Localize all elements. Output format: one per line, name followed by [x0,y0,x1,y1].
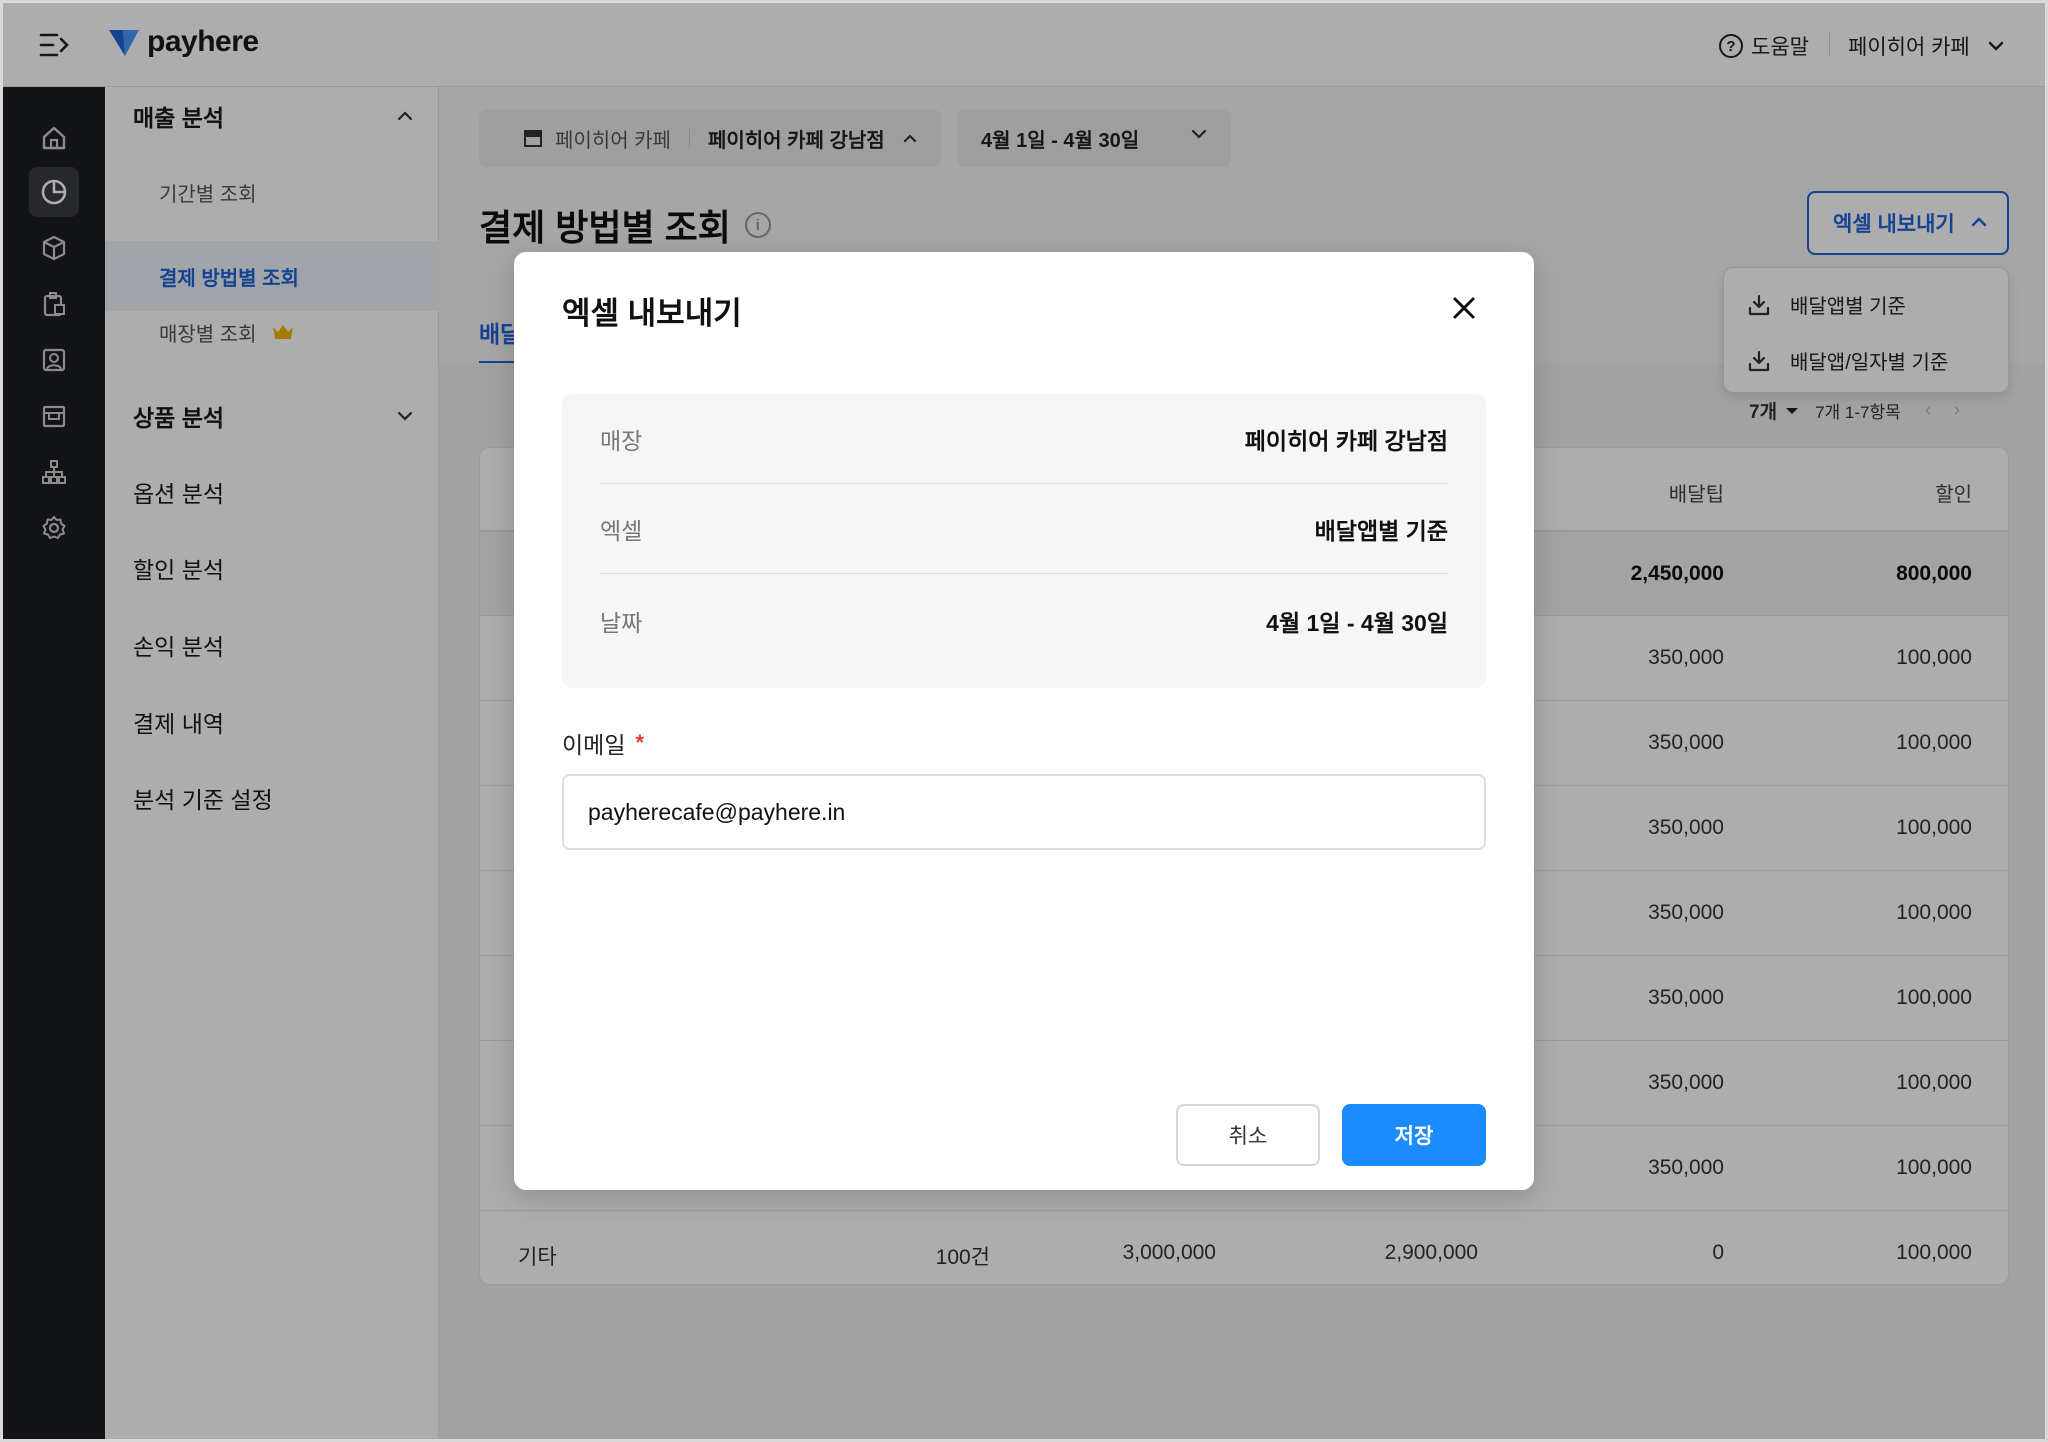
field-value: 페이히어 카페 강남점 [1244,427,1448,454]
dialog-title: 엑셀 내보내기 [562,296,742,331]
close-icon[interactable] [1446,290,1482,326]
summary-excel: 엑셀 배달앱별 기준 [600,484,1448,574]
app-window: payhere ? 도움말 페이히어 카페 매출 분석 기간별 조회 결제 방법… [3,3,2045,1439]
field-value: 4월 1일 - 4월 30일 [1266,610,1448,636]
save-button[interactable]: 저장 [1342,1104,1486,1166]
field-label: 엑셀 [600,517,643,544]
field-label: 매장 [600,427,643,454]
summary-date: 날짜 4월 1일 - 4월 30일 [600,576,1448,666]
field-value: 배달앱별 기준 [1314,517,1448,544]
email-label-text: 이메일 [562,732,626,758]
field-label: 날짜 [600,610,643,636]
required-mark: * [635,730,645,755]
email-field[interactable] [562,774,1486,850]
cancel-button[interactable]: 취소 [1176,1104,1320,1166]
export-summary: 매장 페이히어 카페 강남점 엑셀 배달앱별 기준 날짜 4월 1일 - 4월 … [562,394,1486,688]
export-excel-dialog: 엑셀 내보내기 매장 페이히어 카페 강남점 엑셀 배달앱별 기준 날짜 4월 … [514,252,1534,1190]
email-label: 이메일 * [562,726,644,760]
summary-store: 매장 페이히어 카페 강남점 [600,394,1448,484]
